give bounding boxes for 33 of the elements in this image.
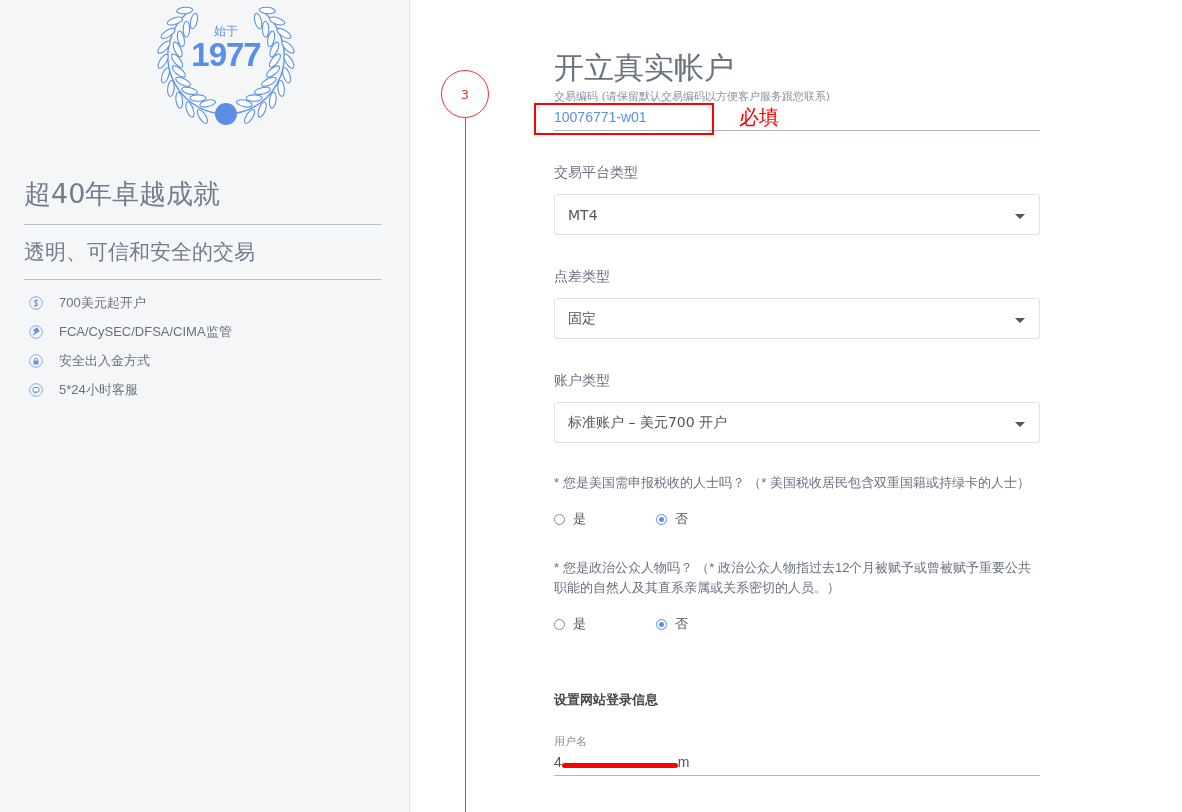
caret-icon xyxy=(1015,421,1025,427)
feature-text: 5*24小时客服 xyxy=(59,381,138,399)
lock-icon xyxy=(29,354,43,368)
gavel-icon xyxy=(29,325,43,339)
radio-option[interactable]: 否 xyxy=(656,615,688,633)
radio-option[interactable]: 否 xyxy=(656,510,688,528)
caret-icon xyxy=(1015,213,1025,219)
badge-caption: 始于 xyxy=(214,24,238,38)
dropdown[interactable]: 固定 xyxy=(554,298,1040,339)
section-heading: 设置网站登录信息 xyxy=(554,691,659,709)
question-text: * 您是政治公众人物吗？ （* 政治公众人物指过去12个月被赋予或曾被赋予重要公共职能的自然人及其直系亲属或关系密切的人员。） xyxy=(554,559,1033,597)
field-label: 交易平台类型 xyxy=(554,163,639,182)
field-label: 账户类型 xyxy=(554,371,611,390)
dropdown[interactable]: MT4 xyxy=(554,194,1040,235)
chat-icon xyxy=(29,383,43,397)
dropdown[interactable]: 标准账户 – 美元700 开户 xyxy=(554,402,1040,443)
field-label: 用户名 xyxy=(554,735,588,749)
caret-icon xyxy=(1015,317,1025,323)
radio-option[interactable]: 是 xyxy=(554,615,586,633)
input-field[interactable]: 4 m xyxy=(554,749,1040,776)
sidebar-subtitle: 透明、可信和安全的交易 xyxy=(24,239,256,266)
field-label: 交易编码 (请保留默认交易编码以方便客户服务跟您联系) xyxy=(554,90,832,104)
feature-text: 700美元起开户 xyxy=(59,294,146,312)
field-label: 点差类型 xyxy=(554,267,611,286)
question-text: * 您是美国需申报税收的人士吗？ （* 美国税收居民包含双重国籍或持绿卡的人士） xyxy=(554,474,1031,492)
badge-year: 1977 xyxy=(191,38,261,72)
radio-option[interactable]: 是 xyxy=(554,510,586,528)
feature-text: FCA/CySEC/DFSA/CIMA监管 xyxy=(59,323,232,341)
sidebar-title: 超40年卓越成就 xyxy=(24,177,222,211)
feature-text: 安全出入金方式 xyxy=(59,352,150,370)
annotation-text: 必填 xyxy=(739,104,779,131)
dollar-icon xyxy=(29,296,43,310)
form-title: 开立真实帐户 xyxy=(554,49,735,87)
